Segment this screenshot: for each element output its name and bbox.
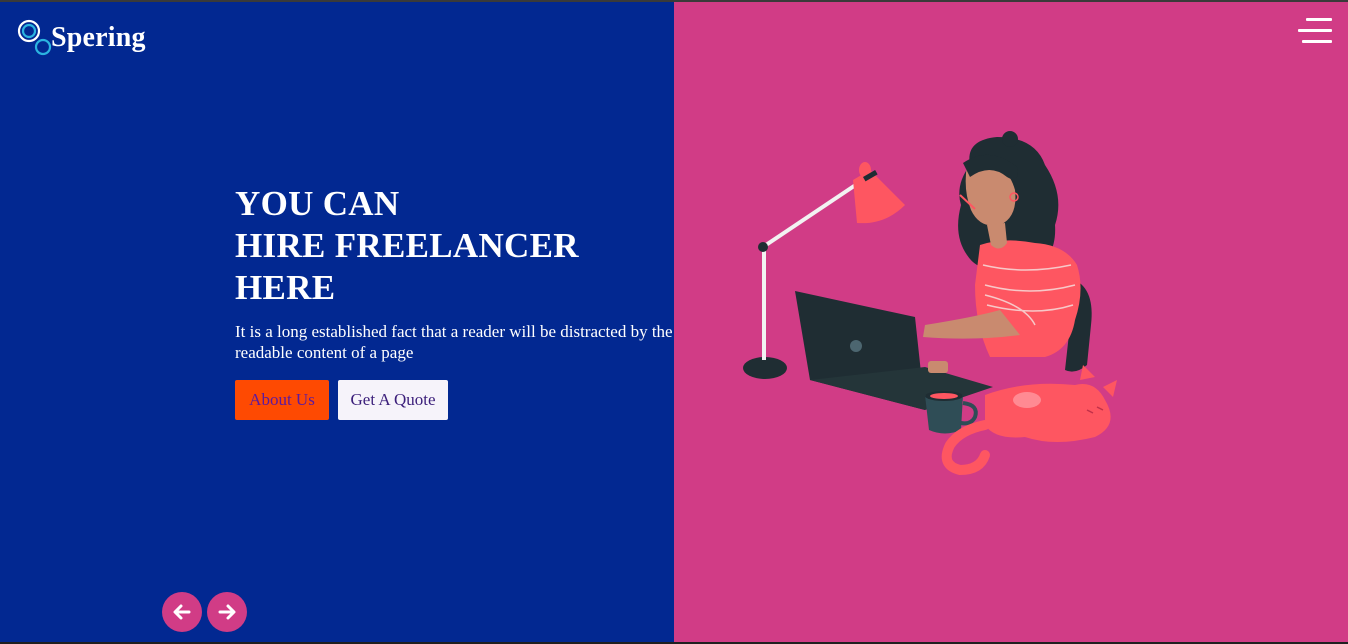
brand-link[interactable]: Spering xyxy=(17,18,146,58)
woman-working-laptop-illustration xyxy=(735,125,1135,485)
arrow-right-icon xyxy=(218,604,236,620)
hero-title-line-2: HIRE FREELANCER xyxy=(235,226,579,265)
double-circle-logo-icon xyxy=(17,18,53,58)
slider-controls xyxy=(162,592,247,632)
hero-title-line-1: YOU CAN xyxy=(235,184,400,223)
get-a-quote-button[interactable]: Get A Quote xyxy=(338,380,448,420)
arrow-left-icon xyxy=(173,604,191,620)
brand-name: Spering xyxy=(51,22,146,53)
slider-prev-button[interactable] xyxy=(162,592,202,632)
hamburger-menu-icon[interactable] xyxy=(1298,18,1332,46)
slider-next-button[interactable] xyxy=(207,592,247,632)
hero-description: It is a long established fact that a rea… xyxy=(235,322,673,362)
hero-content: YOU CAN HIRE FREELANCER HERE It is a lon… xyxy=(235,183,685,420)
top-border xyxy=(0,0,1348,2)
lamp-base xyxy=(743,357,787,379)
about-us-button[interactable]: About Us xyxy=(235,380,329,420)
hero-title-line-3: HERE xyxy=(235,268,336,307)
hero-title: YOU CAN HIRE FREELANCER HERE xyxy=(235,183,685,309)
hero-buttons: About Us Get A Quote xyxy=(235,380,685,420)
